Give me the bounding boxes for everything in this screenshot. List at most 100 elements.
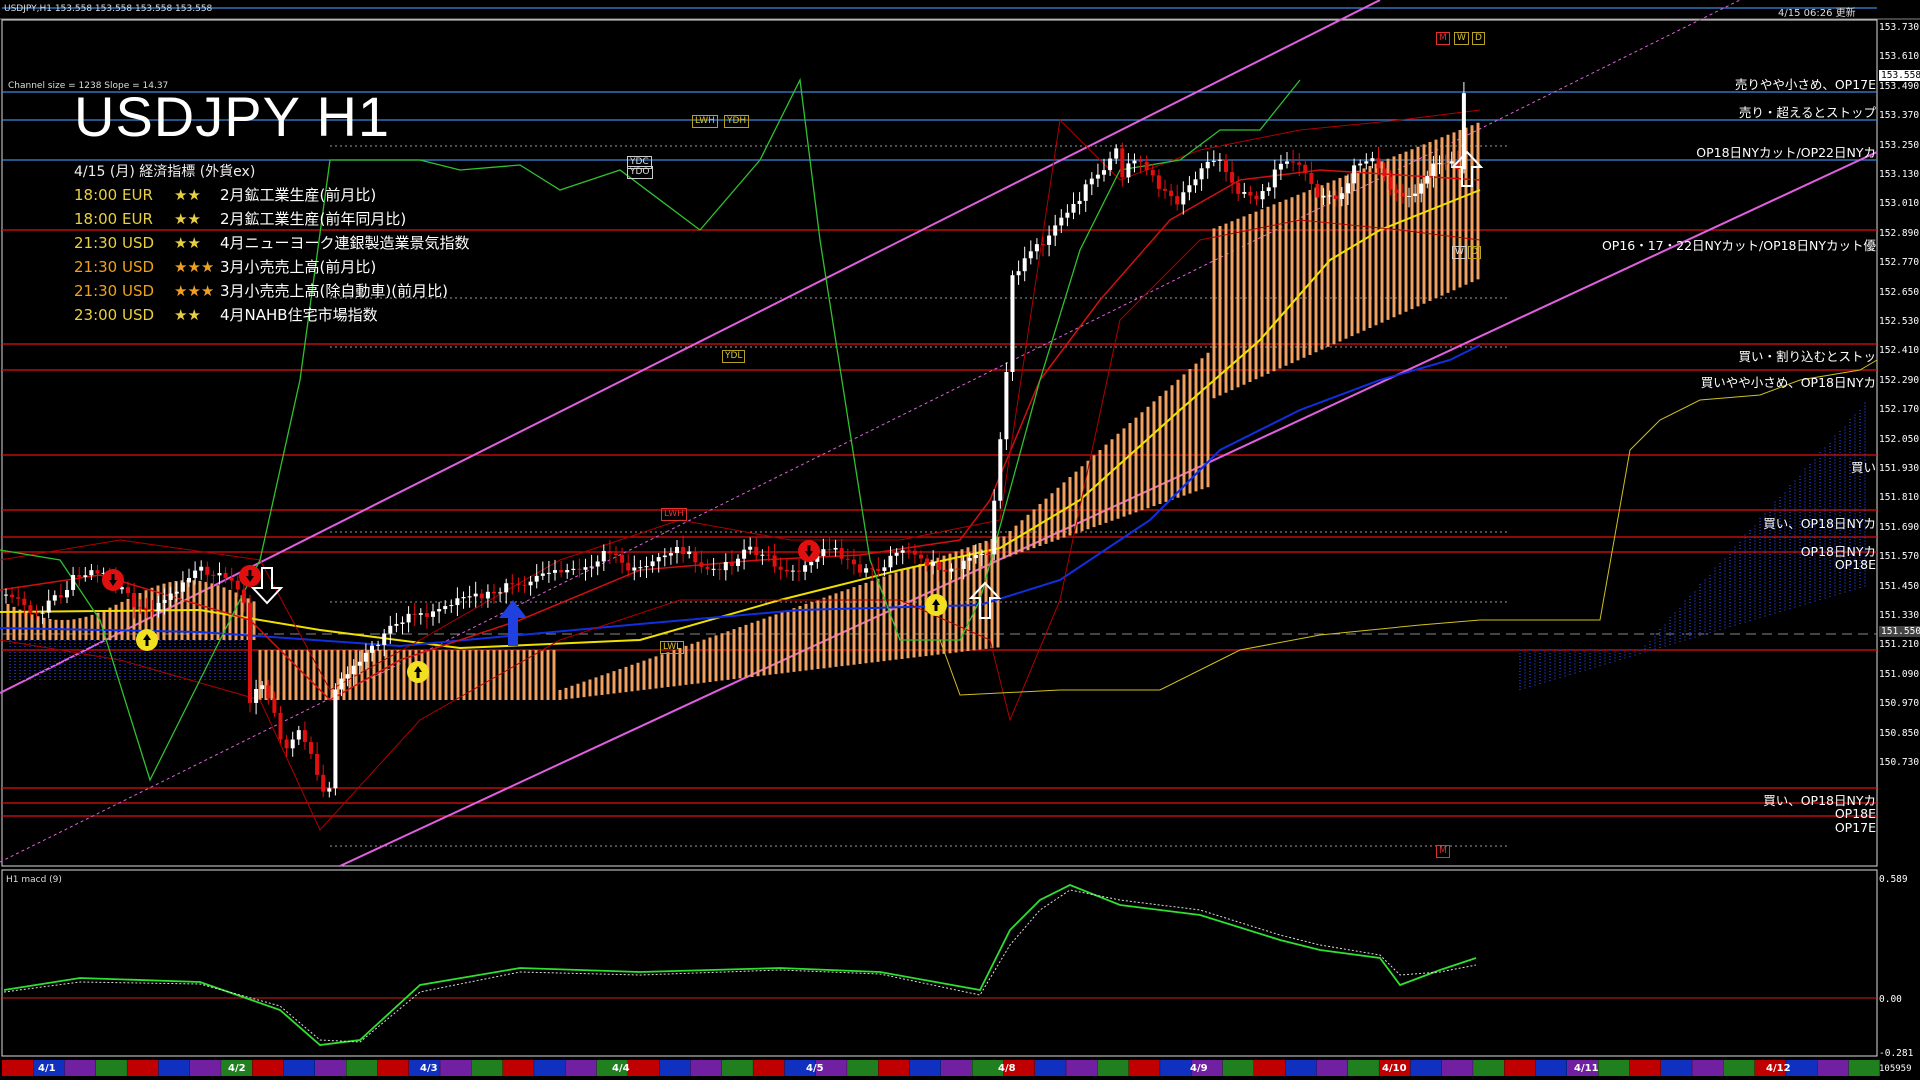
session-color-bar (1411, 1060, 1442, 1076)
candle-body (773, 555, 777, 566)
candle-body (248, 603, 252, 703)
candle-body (675, 547, 679, 553)
level-label: OP17E (1835, 820, 1876, 835)
candle-body (47, 601, 51, 613)
candle-body (211, 575, 215, 576)
candle-body (364, 653, 368, 662)
candle-body (28, 605, 32, 612)
candle-body (394, 624, 398, 626)
candle-body (535, 576, 539, 582)
candle-body (980, 554, 984, 555)
candle-body (1291, 161, 1295, 162)
candle-body (791, 571, 795, 572)
marked-price-box: 151.550 (1879, 626, 1920, 637)
candle-body (65, 590, 69, 597)
price-tick: 152.290 (1879, 375, 1919, 386)
candle-body (486, 592, 490, 599)
candle-body (645, 566, 649, 567)
price-tick: 152.650 (1879, 287, 1919, 298)
candle-body (1145, 162, 1149, 170)
candle-body (1316, 184, 1320, 198)
candle-body (1224, 160, 1228, 172)
candle-body (809, 562, 813, 565)
price-tick: 153.250 (1879, 140, 1919, 151)
date-tick: 4/4 (612, 1063, 630, 1074)
candle-body (1029, 251, 1033, 258)
candle-body (858, 564, 862, 572)
session-color-bar (1630, 1060, 1661, 1076)
candle-body (1084, 184, 1088, 201)
tag-day: D (1472, 32, 1485, 45)
session-color-bar (1254, 1060, 1285, 1076)
price-chart-canvas[interactable] (0, 0, 1920, 1080)
session-color-bar (691, 1060, 722, 1076)
candle-body (821, 549, 825, 556)
candle-body (876, 569, 880, 571)
candle-body (1364, 161, 1368, 163)
price-tick: 151.450 (1879, 581, 1919, 592)
session-color-bar (159, 1060, 190, 1076)
level-label: 買いやや小さめ、OP18日NYカ (1701, 372, 1876, 391)
level-label: 売りやや小さめ、OP17E (1735, 74, 1876, 93)
candle-body (333, 689, 337, 788)
candle-body (638, 567, 642, 568)
candle-body (1444, 163, 1448, 164)
candle-body (1419, 184, 1423, 194)
candle-body (157, 603, 161, 611)
candle-body (1230, 172, 1234, 183)
candle-body (925, 558, 929, 565)
candle-body (437, 609, 441, 611)
session-color-bar (1442, 1060, 1473, 1076)
candle-body (779, 567, 783, 570)
candle-body (712, 569, 716, 570)
candle-body (956, 569, 960, 570)
candle-body (83, 575, 87, 577)
candle-body (10, 595, 14, 598)
candle-body (706, 567, 710, 569)
candle-body (504, 583, 508, 592)
chart-window: USDJPY,H1 153.558 153.558 153.558 153.55… (0, 0, 1920, 1080)
candle-body (1017, 271, 1021, 275)
candle-body (1334, 196, 1338, 199)
candle-body (516, 584, 520, 585)
candle-body (315, 754, 319, 775)
economic-event: 21:30 USD ★★★ 3月小売売上高(除自動車)(前月比) (74, 280, 448, 301)
session-color-bar (1035, 1060, 1066, 1076)
candle-body (846, 559, 850, 560)
price-tick: 151.210 (1879, 639, 1919, 650)
candle-body (968, 558, 972, 561)
candle-body (1273, 170, 1277, 188)
candle-body (1004, 372, 1008, 439)
candle-body (388, 626, 392, 634)
candle-body (1072, 204, 1076, 213)
price-tick: 152.170 (1879, 404, 1919, 415)
session-color-bar (1129, 1060, 1160, 1076)
candle-body (218, 573, 222, 575)
candle-body (1261, 191, 1265, 199)
candle-body (1035, 244, 1039, 251)
candle-body (266, 685, 270, 698)
tag-month-lower: M (1436, 845, 1450, 858)
level-label: OP18E (1835, 806, 1876, 821)
price-tick: 151.690 (1879, 522, 1919, 533)
candle-body (1395, 190, 1399, 193)
date-tick: 4/12 (1766, 1063, 1791, 1074)
price-tick: 153.010 (1879, 198, 1919, 209)
candle-body (882, 567, 886, 571)
candle-body (1328, 196, 1332, 197)
price-tick: 151.810 (1879, 492, 1919, 503)
candle-body (614, 553, 618, 555)
candle-body (169, 594, 173, 600)
session-color-bar (1536, 1060, 1567, 1076)
candle-body (1407, 196, 1411, 197)
price-tick: 152.890 (1879, 228, 1919, 239)
session-color-bar (1223, 1060, 1254, 1076)
session-color-bar (96, 1060, 127, 1076)
candle-body (626, 563, 630, 571)
macd-label: H1 macd (9) (6, 875, 62, 885)
candle-body (407, 614, 411, 623)
tag-month: M (1436, 32, 1450, 45)
session-color-bar (628, 1060, 659, 1076)
session-color-bar (472, 1060, 503, 1076)
candle-body (1242, 192, 1246, 194)
